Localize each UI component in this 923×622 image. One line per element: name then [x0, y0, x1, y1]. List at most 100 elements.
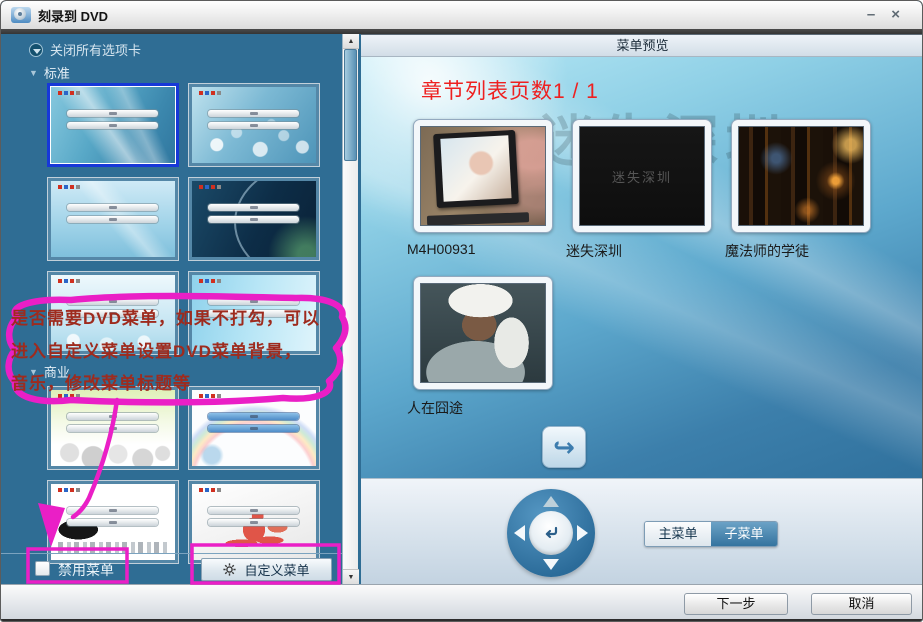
template-thumbnail[interactable]	[188, 177, 320, 261]
video-title: 魔法师的学徒	[725, 241, 871, 261]
dpad-enter-button[interactable]	[529, 511, 573, 555]
menu-bar	[67, 216, 158, 223]
window-title: 刻录到 DVD	[38, 6, 108, 25]
scroll-down-button[interactable]: ▼	[343, 569, 359, 584]
menu-bar	[67, 507, 158, 514]
menu-bar	[208, 122, 299, 129]
template-thumbnail[interactable]	[188, 386, 320, 470]
video-thumbnail-frame[interactable]	[413, 119, 553, 233]
template-thumbnail[interactable]	[47, 83, 179, 167]
template-title-marks	[199, 394, 203, 398]
laptop-base	[427, 212, 529, 225]
return-button[interactable]: ↪	[542, 426, 586, 468]
standard-template-grid	[47, 83, 320, 355]
template-title-marks	[199, 488, 203, 492]
collapse-circle-icon	[29, 43, 43, 57]
menu-bar	[208, 110, 299, 117]
window-controls: – ×	[867, 6, 912, 24]
video-overlay-title: 迷失深圳	[612, 167, 672, 186]
template-title-marks	[58, 91, 62, 95]
template-thumbnail[interactable]	[47, 480, 179, 564]
customize-menu-label: 自定义菜单	[244, 560, 309, 579]
template-title-marks	[58, 394, 62, 398]
section-business-label: 商业	[44, 362, 70, 381]
menu-bar	[67, 122, 158, 129]
dpad-down-arrow-icon[interactable]	[543, 559, 559, 570]
video-menu-item[interactable]: 魔法师的学徒	[731, 119, 871, 261]
menu-bar	[67, 519, 158, 526]
menu-bar	[208, 204, 299, 211]
preview-nav-bar: 主菜单 子菜单	[361, 478, 923, 584]
template-image	[192, 390, 316, 466]
template-image	[51, 275, 175, 351]
template-thumbnail[interactable]	[188, 271, 320, 355]
template-image	[51, 484, 175, 560]
laptop-display	[440, 135, 512, 201]
minimize-button[interactable]: –	[867, 6, 875, 24]
disable-menu-label: 禁用菜单	[58, 560, 114, 580]
video-menu-item[interactable]: 人在囧途	[413, 276, 553, 418]
template-thumbnail[interactable]	[188, 83, 320, 167]
business-template-grid	[47, 386, 320, 564]
main-body: 关闭所有选项卡 ▼ 标准	[1, 34, 922, 584]
template-panel-footer: 禁用菜单 自定义菜单	[1, 553, 342, 584]
video-thumbnail: 迷失深圳	[579, 126, 705, 226]
video-thumbnail-frame[interactable]	[413, 276, 553, 390]
video-title: 迷失深圳	[566, 241, 712, 261]
main-menu-toggle[interactable]: 主菜单	[645, 522, 711, 546]
close-all-tabs-link[interactable]: 关闭所有选项卡	[29, 40, 141, 59]
customize-menu-button[interactable]: 自定义菜单	[201, 558, 332, 581]
template-thumbnail[interactable]	[47, 386, 179, 470]
cancel-button[interactable]: 取消	[811, 593, 912, 615]
laptop-screen	[433, 130, 519, 209]
close-all-tabs-label: 关闭所有选项卡	[50, 40, 141, 59]
dpad-right-arrow-icon[interactable]	[577, 525, 588, 541]
disable-menu-checkbox[interactable]	[35, 561, 50, 576]
gear-icon	[223, 563, 236, 576]
menu-preview-panel: 菜单预览 章节列表页数1 / 1 迷失深圳 M4H00931	[361, 34, 923, 584]
video-thumbnail	[738, 126, 864, 226]
dialog-footer: 下一步 取消	[1, 584, 922, 622]
template-panel-scrollbar[interactable]: ▲ ▼	[342, 34, 358, 584]
template-image	[51, 87, 175, 163]
template-title-marks	[199, 185, 203, 189]
dpad-left-arrow-icon[interactable]	[514, 525, 525, 541]
template-thumbnail[interactable]	[188, 480, 320, 564]
template-title-marks	[199, 91, 203, 95]
menu-bar	[208, 216, 299, 223]
video-thumbnail-frame[interactable]: 迷失深圳	[572, 119, 712, 233]
template-title-marks	[58, 185, 62, 189]
next-button[interactable]: 下一步	[684, 593, 788, 615]
video-menu-item[interactable]: M4H00931	[413, 119, 553, 257]
menu-bar	[208, 413, 299, 420]
close-button[interactable]: ×	[891, 6, 900, 24]
scrollbar-thumb[interactable]	[344, 49, 357, 161]
return-arrow-icon: ↪	[553, 434, 575, 460]
template-image	[192, 87, 316, 163]
template-thumbnail[interactable]	[47, 177, 179, 261]
video-thumbnail	[420, 126, 546, 226]
video-menu-item[interactable]: 迷失深圳 迷失深圳	[572, 119, 712, 261]
template-thumbnail[interactable]	[47, 271, 179, 355]
title-bar: 刻录到 DVD – ×	[1, 1, 922, 29]
triangle-down-icon: ▼	[29, 367, 38, 377]
video-title: 人在囧途	[407, 398, 553, 418]
dpad-up-arrow-icon[interactable]	[543, 496, 559, 507]
section-standard[interactable]: ▼ 标准	[29, 63, 70, 82]
scroll-up-button[interactable]: ▲	[343, 34, 359, 49]
section-business[interactable]: ▼ 商业	[29, 362, 70, 381]
sub-menu-toggle[interactable]: 子菜单	[711, 522, 777, 546]
template-title-marks	[58, 279, 62, 283]
template-image	[192, 181, 316, 257]
menu-toggle-group: 主菜单 子菜单	[644, 521, 778, 547]
video-thumbnail-frame[interactable]	[731, 119, 871, 233]
menu-bar	[208, 310, 299, 317]
menu-bar	[67, 298, 158, 305]
menu-bar	[67, 204, 158, 211]
triangle-down-icon: ▼	[29, 68, 38, 78]
template-panel: 关闭所有选项卡 ▼ 标准	[1, 34, 342, 584]
template-image	[192, 275, 316, 351]
dpad-control[interactable]	[507, 489, 595, 577]
menu-bar	[208, 298, 299, 305]
menu-bar	[67, 425, 158, 432]
